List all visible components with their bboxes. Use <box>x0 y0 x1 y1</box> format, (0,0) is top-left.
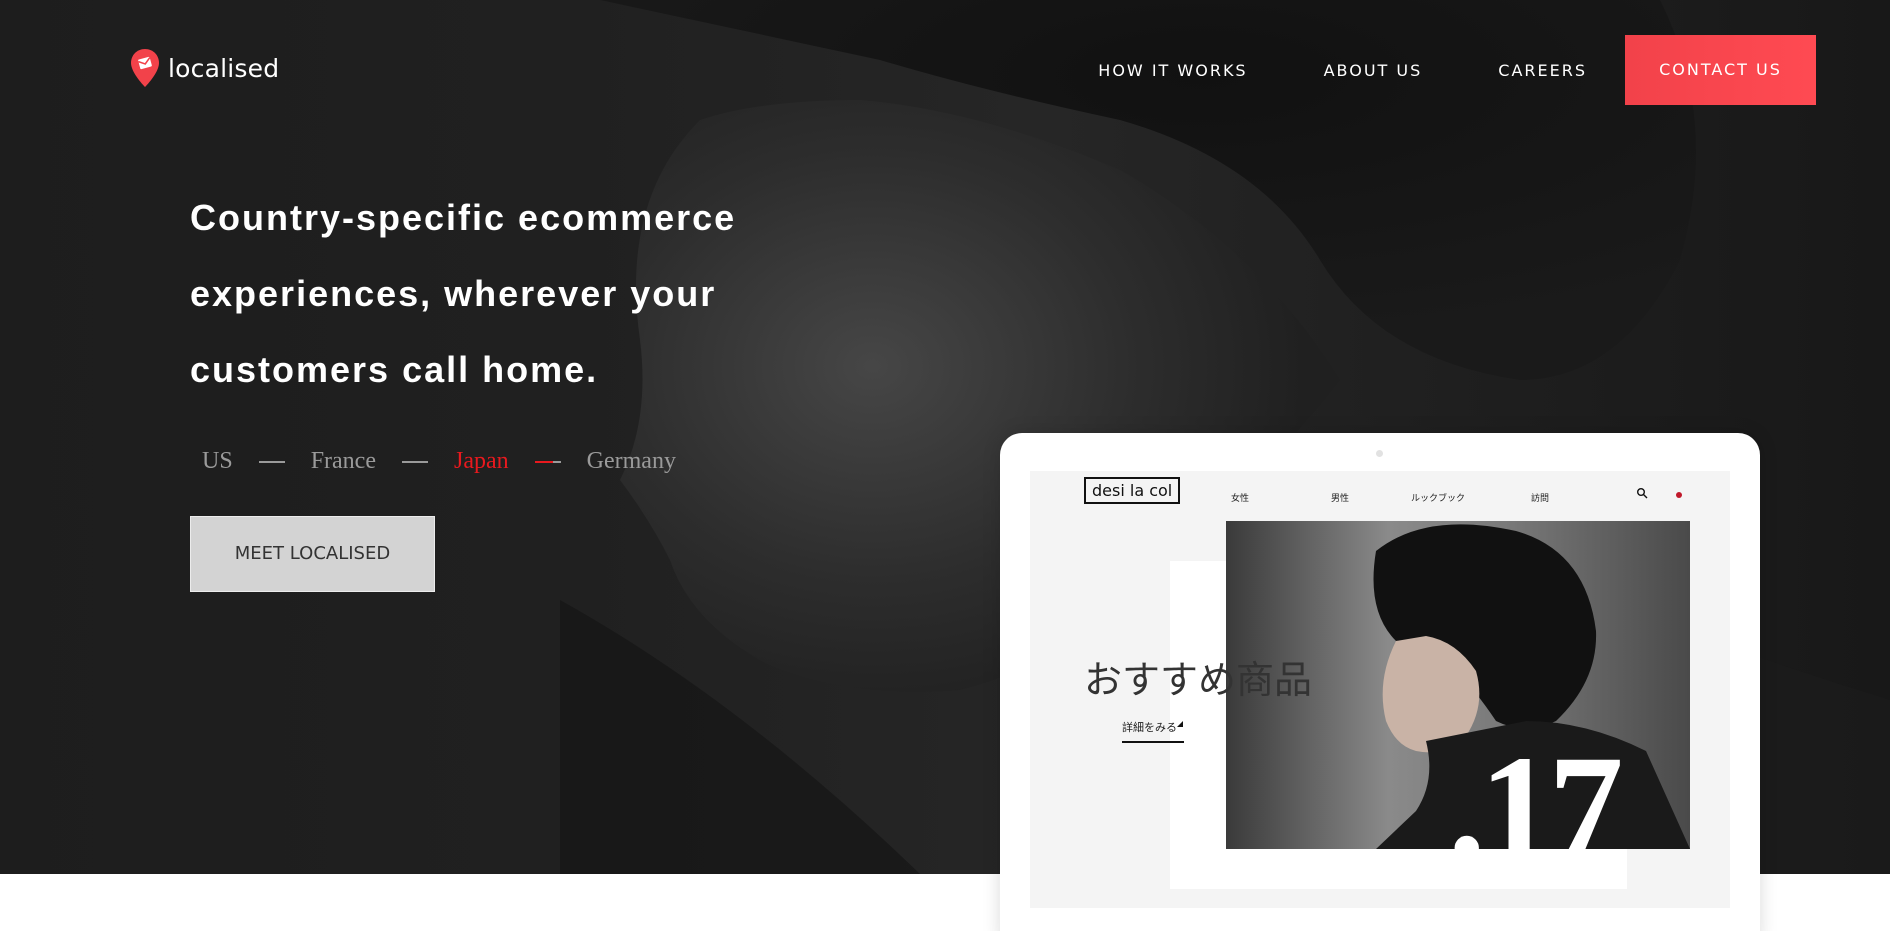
main-nav: HOW IT WORKS ABOUT US CAREERS CONTACT US <box>1098 35 1816 105</box>
nav-about-us[interactable]: ABOUT US <box>1324 61 1423 80</box>
mockup-screen: desi la col 女性 男性 ルックブック 訪問 おすすめ商品 詳細をみる… <box>1030 471 1730 908</box>
contact-us-button[interactable]: CONTACT US <box>1625 35 1816 105</box>
location-pin-icon <box>131 49 159 87</box>
mockup-nav-lookbook: ルックブック <box>1411 494 1466 504</box>
country-japan[interactable]: Japan <box>454 448 509 475</box>
laptop-camera <box>1376 450 1383 457</box>
brand-logo[interactable]: localised <box>130 48 279 88</box>
laptop-mockup: desi la col 女性 男性 ルックブック 訪問 おすすめ商品 詳細をみる… <box>1000 433 1760 931</box>
country-divider <box>258 460 285 463</box>
country-divider <box>401 460 428 463</box>
mockup-site-logo: desi la col <box>1084 477 1181 504</box>
headline-line-2: experiences, wherever your <box>190 273 717 314</box>
cart-dot-icon <box>1676 492 1682 498</box>
country-us[interactable]: US <box>202 448 233 475</box>
mockup-nav-men: 男性 <box>1331 494 1350 504</box>
country-germany[interactable]: Germany <box>587 448 676 475</box>
headline-line-1: Country-specific ecommerce <box>190 197 737 238</box>
mockup-nav-visit: 訪問 <box>1531 494 1550 504</box>
nav-careers[interactable]: CAREERS <box>1498 61 1587 80</box>
mockup-nav-women: 女性 <box>1231 494 1250 504</box>
headline-line-3: customers call home. <box>190 349 599 390</box>
mockup-badge-number: .17 <box>1448 725 1623 891</box>
country-switcher: US France Japan Germany <box>202 448 676 475</box>
brand-name: localised <box>168 53 280 83</box>
mockup-details-link: 詳細をみる <box>1122 719 1184 743</box>
arrow-icon <box>1177 721 1183 727</box>
nav-how-it-works[interactable]: HOW IT WORKS <box>1098 61 1247 80</box>
hero-headline: Country-specific ecommerce experiences, … <box>190 180 790 408</box>
meet-localised-button[interactable]: MEET LOCALISED <box>190 516 435 592</box>
country-divider-active <box>534 460 561 463</box>
country-france[interactable]: France <box>311 448 376 475</box>
mockup-heading: おすすめ商品 <box>1084 658 1313 702</box>
search-icon <box>1637 488 1648 499</box>
